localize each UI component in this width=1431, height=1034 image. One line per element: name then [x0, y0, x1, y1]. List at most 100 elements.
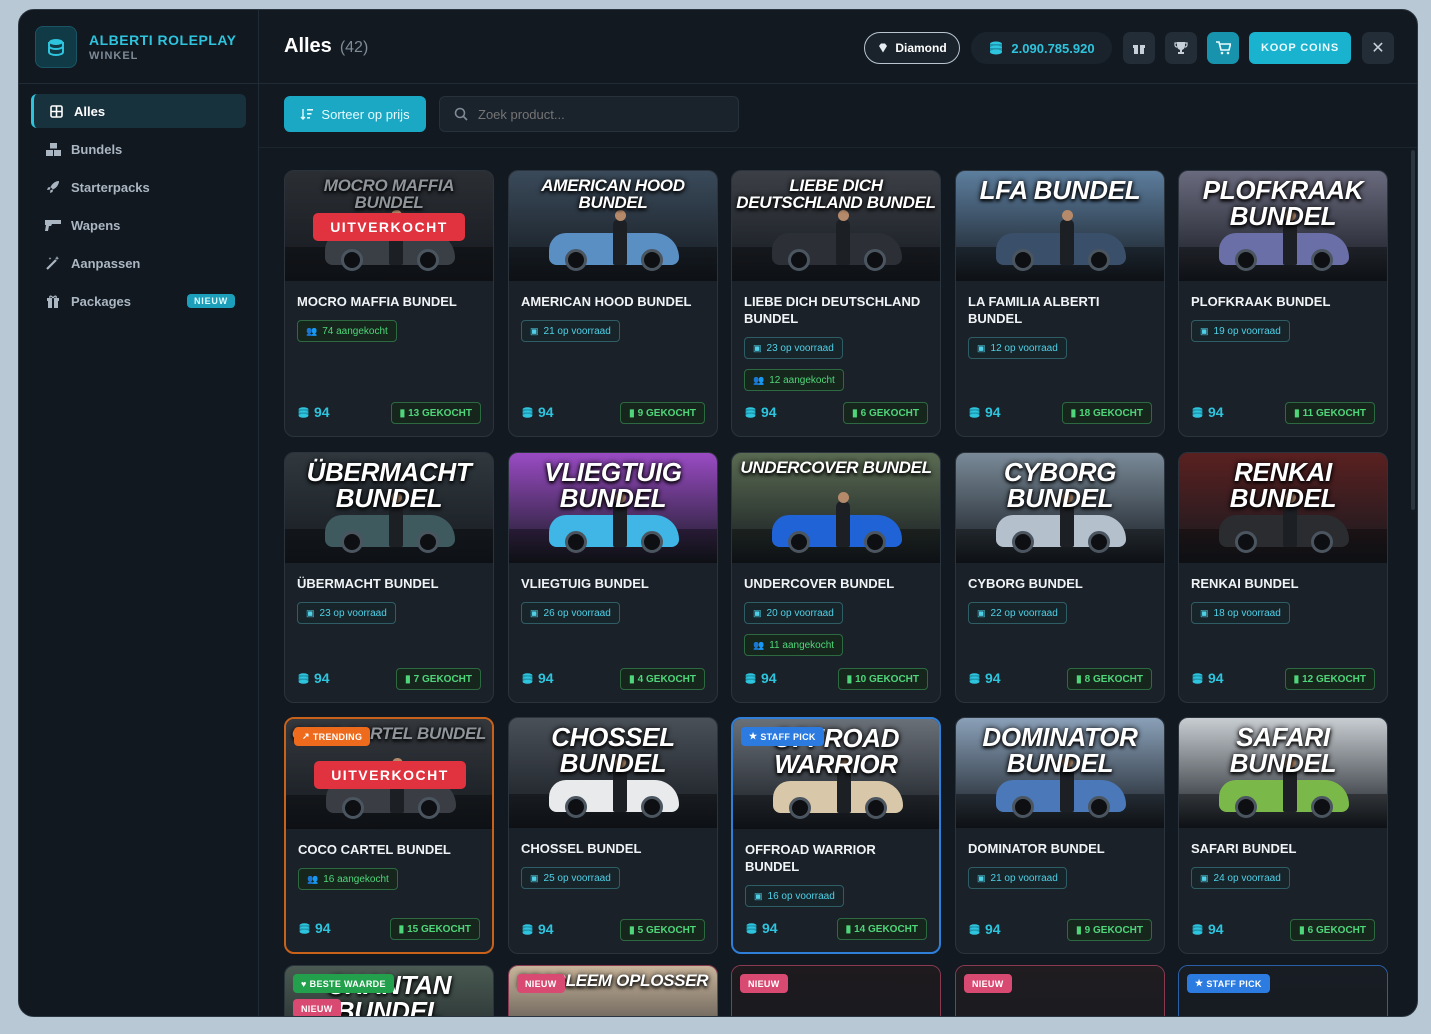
- product-card[interactable]: NIEUW: [955, 965, 1165, 1016]
- box-icon: ▣: [530, 607, 539, 618]
- stock-chip: ▣ 25 op voorraad: [521, 867, 620, 889]
- chip-label: 19 op voorraad: [1213, 325, 1281, 337]
- price-value: 94: [1208, 670, 1224, 686]
- product-card[interactable]: SAFARI BUNDEL SAFARI BUNDEL ▣ 24 op voorraa…: [1178, 717, 1388, 954]
- purchased-chip: 👥 12 aangekocht: [744, 369, 844, 391]
- product-card[interactable]: LFA BUNDEL LA FAMILIA ALBERTI BUNDEL ▣ 12 o…: [955, 170, 1165, 437]
- product-image: NIEUW: [732, 966, 940, 1016]
- product-image: COCO CARTEL BUNDEL UITVERKOCHT ↗ TRENDING: [286, 719, 492, 829]
- product-name: RENKAI BUNDEL: [1191, 576, 1299, 591]
- chip-label: 21 op voorraad: [543, 325, 611, 337]
- cart-icon: [1216, 41, 1231, 55]
- box-icon: ▣: [306, 607, 315, 618]
- close-icon: ✕: [1371, 40, 1385, 57]
- sold-count-label: 13 GEKOCHT: [408, 407, 472, 419]
- bag-icon: ▮: [405, 673, 411, 685]
- coins-icon: [522, 406, 533, 418]
- rank-badge[interactable]: Diamond: [864, 32, 960, 64]
- new-badge: NIEUW: [517, 974, 565, 993]
- sidebar-item-aanpassen[interactable]: Aanpassen: [31, 246, 246, 280]
- product-card[interactable]: PROBLEEM OPLOSSER NIEUW: [508, 965, 718, 1016]
- rank-label: Diamond: [895, 41, 947, 55]
- gun-icon: [45, 217, 61, 233]
- bag-icon: ▮: [846, 673, 853, 685]
- coins-icon: [1192, 406, 1203, 418]
- users-icon: 👥: [306, 325, 318, 336]
- product-image: AMERICAN HOOD BUNDEL: [509, 171, 717, 281]
- product-card[interactable]: ÜBERMACHT BUNDEL ÜBERMACHT BUNDEL ▣ 23 op v…: [284, 452, 494, 703]
- gift-button[interactable]: [1123, 32, 1155, 64]
- buy-coins-button[interactable]: KOOP COINS: [1249, 32, 1351, 64]
- sidebar-item-label: Packages: [71, 293, 131, 309]
- search-input[interactable]: [478, 106, 708, 122]
- stock-chip: ▣ 23 op voorraad: [744, 337, 843, 359]
- brand-title: ALBERTI ROLEPLAY: [89, 31, 237, 48]
- product-name: CYBORG BUNDEL: [968, 576, 1083, 591]
- chip-label: 12 aangekocht: [769, 374, 835, 386]
- shop-window: ALBERTI ROLEPLAY WINKEL Alles Bundels Star…: [18, 9, 1418, 1017]
- price-value: 94: [538, 670, 554, 686]
- sidebar-item-starterpacks[interactable]: Starterpacks: [31, 170, 246, 204]
- product-banner-title: MOCRO MAFFIA BUNDEL: [323, 176, 455, 212]
- trending-icon: ↗: [302, 731, 310, 741]
- product-card[interactable]: CYBORG BUNDEL CYBORG BUNDEL ▣ 22 op voorraa…: [955, 452, 1165, 703]
- product-card[interactable]: ★ STAFF PICK: [1178, 965, 1388, 1016]
- product-card[interactable]: VLIEGTUIG BUNDEL VLIEGTUIG BUNDEL ▣ 26 op v…: [508, 452, 718, 703]
- box-icon: ▣: [977, 342, 986, 353]
- new-badge: NIEUW: [964, 974, 1012, 993]
- product-image: PLOFKRAAK BUNDEL: [1179, 171, 1387, 281]
- product-name: SAFARI BUNDEL: [1191, 841, 1297, 856]
- sidebar-item-alles[interactable]: Alles: [31, 94, 246, 128]
- sold-count-badge: ▮ 7 GEKOCHT: [396, 668, 481, 690]
- bag-icon: ▮: [629, 924, 635, 936]
- product-card[interactable]: MOCRO MAFFIA BUNDEL UITVERKOCHT MOCRO MAFF…: [284, 170, 494, 437]
- sort-by-price-button[interactable]: Sorteer op prijs: [284, 96, 426, 132]
- product-card[interactable]: NIEUW: [731, 965, 941, 1016]
- search-icon: [454, 107, 468, 121]
- scrollbar[interactable]: [1411, 150, 1415, 510]
- new-badge: NIEUW: [293, 999, 341, 1016]
- product-banner-title: VLIEGTUIG BUNDEL: [544, 457, 682, 513]
- product-card[interactable]: DOMINATOR BUNDEL DOMINATOR BUNDEL ▣ 21 op v…: [955, 717, 1165, 954]
- new-badge: NIEUW: [187, 294, 235, 308]
- coins-icon: [522, 672, 533, 684]
- product-banner-title: DOMINATOR BUNDEL: [982, 722, 1138, 778]
- product-card[interactable]: CHOSSEL BUNDEL CHOSSEL BUNDEL ▣ 25 op voorr…: [508, 717, 718, 954]
- product-card[interactable]: RENKAI BUNDEL RENKAI BUNDEL ▣ 18 op voorraa…: [1178, 452, 1388, 703]
- product-banner-title: PLOFKRAAK BUNDEL: [1202, 175, 1364, 231]
- stock-chip: ▣ 16 op voorraad: [745, 885, 844, 907]
- product-card[interactable]: AMERICAN HOOD BUNDEL AMERICAN HOOD BUNDEL…: [508, 170, 718, 437]
- product-name: MOCRO MAFFIA BUNDEL: [297, 294, 457, 309]
- product-card[interactable]: CHANTAN BUNDEL♥ BESTE WAARDENIEUW: [284, 965, 494, 1016]
- bag-icon: ▮: [629, 407, 635, 419]
- price-value: 94: [985, 670, 1001, 686]
- cart-button[interactable]: [1207, 32, 1239, 64]
- badge-label: STAFF PICK: [1206, 978, 1262, 989]
- sidebar-item-wapens[interactable]: Wapens: [31, 208, 246, 242]
- product-image: ÜBERMACHT BUNDEL: [285, 453, 493, 563]
- coins-icon: [298, 406, 309, 418]
- sold-count-label: 5 GEKOCHT: [637, 924, 696, 936]
- trophy-button[interactable]: [1165, 32, 1197, 64]
- users-icon: 👥: [307, 873, 319, 884]
- product-name: LA FAMILIA ALBERTI BUNDEL: [968, 294, 1100, 326]
- sidebar-item-packages[interactable]: Packages NIEUW: [31, 284, 246, 318]
- bag-icon: ▮: [852, 407, 858, 419]
- sold-count-badge: ▮ 10 GEKOCHT: [837, 668, 928, 690]
- product-card[interactable]: OFFROAD WARRIOR ★ STAFF PICK OFFROAD WARRI…: [731, 717, 941, 954]
- product-card[interactable]: PLOFKRAAK BUNDEL PLOFKRAAK BUNDEL ▣ 19 op v…: [1178, 170, 1388, 437]
- sold-count-label: 4 GEKOCHT: [637, 673, 696, 685]
- bag-icon: ▮: [1070, 407, 1077, 419]
- sidebar-item-bundels[interactable]: Bundels: [31, 132, 246, 166]
- product-image: MOCRO MAFFIA BUNDEL UITVERKOCHT: [285, 171, 493, 281]
- product-card[interactable]: COCO CARTEL BUNDEL UITVERKOCHT ↗ TRENDING C…: [284, 717, 494, 954]
- close-button[interactable]: ✕: [1362, 32, 1394, 64]
- product-card[interactable]: UNDERCOVER BUNDEL UNDERCOVER BUNDEL ▣ 20 op…: [731, 452, 941, 703]
- product-name: CHOSSEL BUNDEL: [521, 841, 642, 856]
- price-value: 94: [761, 670, 777, 686]
- product-card[interactable]: LIEBE DICH DEUTSCHLAND BUNDEL LIEBE DICH …: [731, 170, 941, 437]
- price-value: 94: [1208, 404, 1224, 420]
- sold-count-label: 6 GEKOCHT: [1307, 924, 1366, 936]
- product-price: 94: [521, 921, 554, 937]
- sold-count-badge: ▮ 6 GEKOCHT: [1290, 919, 1375, 941]
